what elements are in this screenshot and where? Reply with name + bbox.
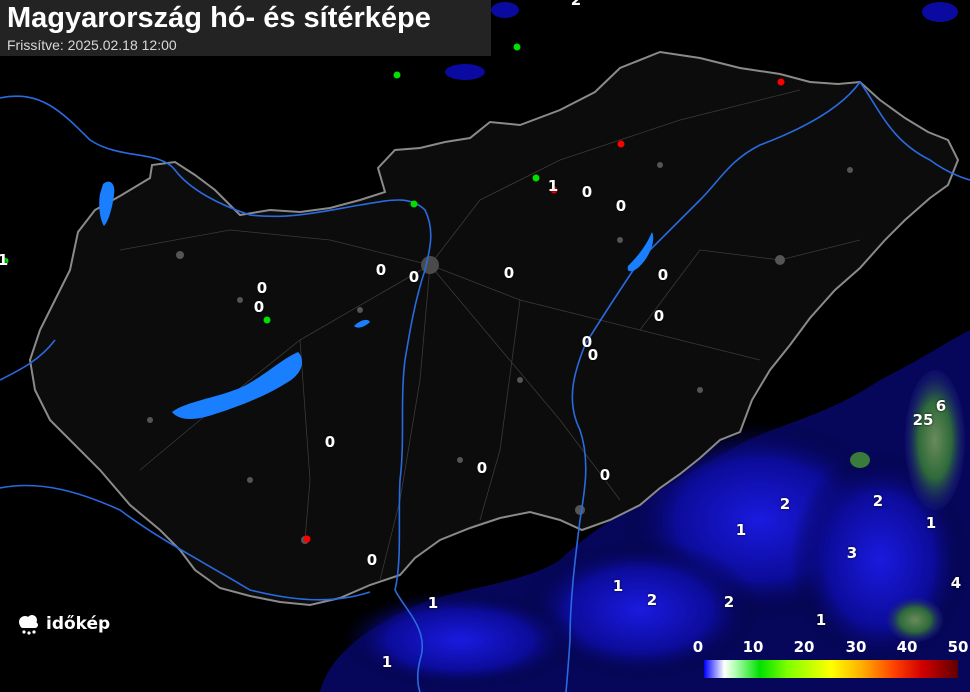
legend-tick: 0: [692, 638, 704, 656]
snow-depth-label: 1: [427, 594, 439, 612]
snow-depth-label: 0: [408, 268, 420, 286]
snow-depth-label: 1: [925, 514, 937, 532]
snow-depth-label: 6: [935, 397, 947, 415]
snow-depth-label: 0: [581, 183, 593, 201]
snow-depth-label: 1: [735, 521, 747, 539]
snow-depth-label: 0: [324, 433, 336, 451]
station-marker-green: [532, 174, 540, 182]
snow-depth-label: 1: [612, 577, 624, 595]
snow-depth-label: 1: [547, 177, 559, 195]
snow-depth-label: 0: [657, 266, 669, 284]
map-canvas: [0, 2, 970, 692]
legend-tick: 50: [947, 638, 969, 656]
legend-tick: 20: [793, 638, 815, 656]
legend-tick: 30: [845, 638, 867, 656]
snow-depth-label: 25: [912, 411, 934, 429]
map-title: Magyarország hó- és sítérképe: [7, 2, 431, 34]
snow-depth-label: 2: [872, 492, 884, 510]
station-marker-green: [263, 316, 271, 324]
snow-map: Magyarország hó- és sítérképe Frissítve:…: [0, 0, 970, 692]
snow-depth-label: 0: [503, 264, 515, 282]
cloud-sun-logo-icon: [19, 615, 38, 635]
station-marker-red: [303, 535, 311, 543]
snow-depth-label: 0: [256, 279, 268, 297]
snow-depth-label: 0: [587, 346, 599, 364]
idokep-logo[interactable]: időkép: [16, 612, 110, 636]
snow-depth-label: 0: [599, 466, 611, 484]
snow-depth-label: 2: [779, 495, 791, 513]
snow-depth-label: 1: [381, 653, 393, 671]
legend-tick: 40: [896, 638, 918, 656]
snow-depth-label: 2: [570, 0, 582, 9]
snow-depth-legend: 0 10 20 30 40 50: [690, 638, 969, 678]
legend-tick: 10: [742, 638, 764, 656]
snow-depth-label: 2: [723, 593, 735, 611]
snow-depth-label: 1: [815, 611, 827, 629]
station-marker-green: [393, 71, 401, 79]
snow-depth-label: 0: [253, 298, 265, 316]
station-marker-green: [513, 43, 521, 51]
brand-name: időkép: [46, 614, 111, 634]
snow-depth-label: 0: [653, 307, 665, 325]
station-marker-red: [617, 140, 625, 148]
snow-depth-label: 1: [0, 251, 9, 269]
update-timestamp: Frissítve: 2025.02.18 12:00: [7, 37, 177, 53]
snow-depth-label: 0: [476, 459, 488, 477]
snow-depth-label: 2: [646, 591, 658, 609]
snow-depth-label: 0: [615, 197, 627, 215]
station-marker-green: [410, 200, 418, 208]
title-panel: Magyarország hó- és sítérképe Frissítve:…: [0, 0, 491, 56]
legend-ticks: 0 10 20 30 40 50: [690, 638, 969, 658]
snow-depth-label: 0: [375, 261, 387, 279]
snow-depth-label: 4: [950, 574, 962, 592]
station-marker-red: [777, 78, 785, 86]
legend-color-scale: [704, 660, 958, 678]
snow-depth-label: 3: [846, 544, 858, 562]
snow-depth-label: 0: [366, 551, 378, 569]
